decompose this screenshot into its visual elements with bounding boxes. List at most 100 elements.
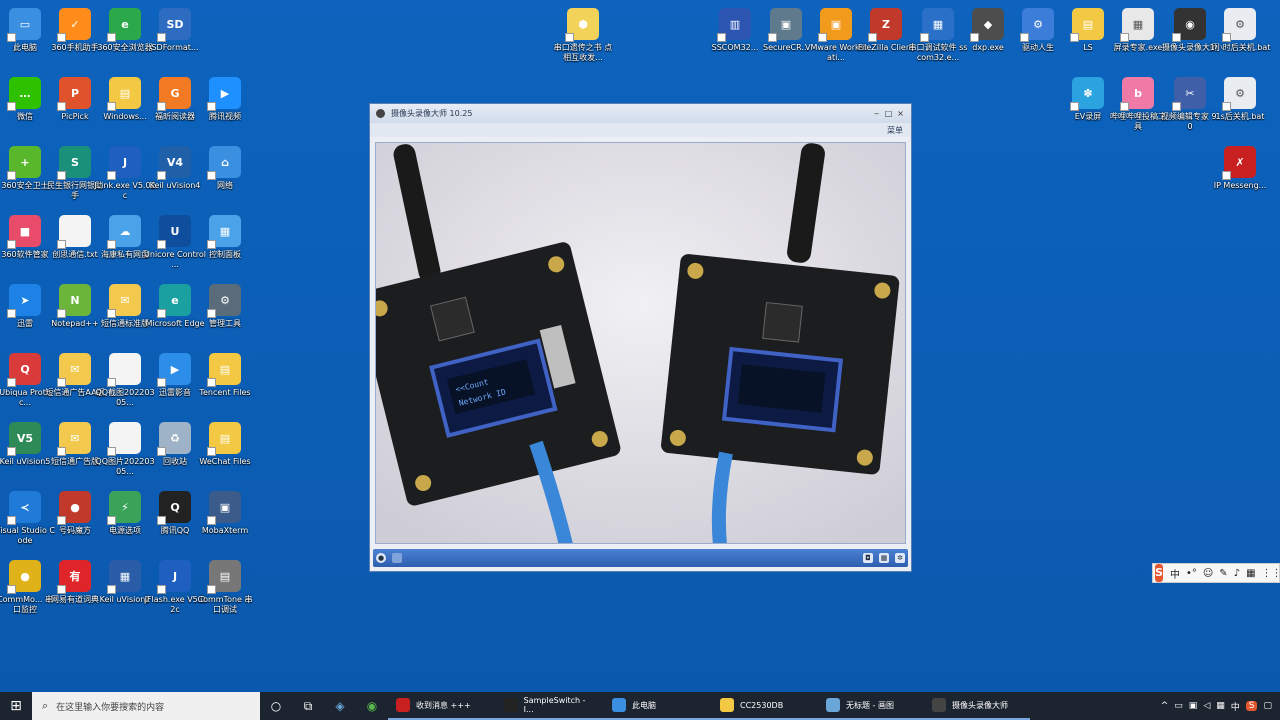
maximize-button[interactable]: □ [884,109,893,118]
desktop-item-39[interactable]: ▣ MobaXterm [195,487,255,555]
taskbar-task-2[interactable]: 此电脑 [604,692,712,720]
taskbar-task-label: SampleSwitch - I... [523,696,586,714]
top-item-0-icon: ⬢ [565,8,599,42]
desktop-item-25-icon: Q [7,353,41,387]
desktop-item-14[interactable]: ⌂ 网络 [195,142,255,210]
desktop-item-16-icon [57,215,91,249]
options-icon[interactable]: ✲ [895,553,905,563]
camera-frame-image: <<Count Network ID [376,143,905,543]
close-button[interactable]: × [896,109,905,118]
ime-emoji-icon[interactable]: ☺ [1203,568,1213,579]
desktop-item-41-icon: 有 [57,560,91,594]
desktop-item-19-icon: ▦ [207,215,241,249]
record-icon[interactable]: ● [376,553,386,563]
desktop-item-33-icon: ♻ [157,422,191,456]
desktop-item-20-icon: ➤ [7,284,41,318]
tray-app-icon[interactable]: ▣ [1189,701,1198,711]
desktop-item-9-label: 腾讯视频 [209,112,241,121]
tray-volume-icon[interactable]: ◁ [1203,701,1210,711]
ime-toolbar[interactable]: S 中 •° ☺ ✎ ♪ ▦ ⋮⋮ [1152,563,1280,583]
desktop-item-29-label: Tencent Files [199,388,251,397]
desktop-item-31-icon: ✉ [57,422,91,456]
desktop-item-44-label: CommTone 串口调试 [197,595,253,614]
taskbar-task-label: 摄像头录像大师 [952,700,1008,710]
taskbar-task-5[interactable]: 摄像头录像大师 [924,692,1030,720]
taskbar-task-0[interactable]: 收到消息 +++ [388,692,496,720]
desktop-item-19-label: 控制面板 [209,250,241,259]
search-icon: ⌕ [42,699,49,712]
top-item-11-label: 1小时后关机.bat [1209,43,1271,52]
task-view-icon[interactable]: ⧉ [292,692,324,720]
search-box[interactable]: ⌕ 在这里输入你要搜索的内容 [32,692,260,720]
right-item-3[interactable]: ⚙ 1s后关机.bat [1210,73,1270,141]
snapshot-icon[interactable]: ◘ [863,553,873,563]
sogou-logo-icon[interactable]: S [1155,564,1163,582]
ime-lang[interactable]: 中 [1170,566,1180,581]
desktop-item-36-icon: ● [57,491,91,525]
desktop-item-1-icon: ✓ [57,8,91,42]
progress-icon[interactable] [392,553,402,563]
top-item-9-icon: ▦ [1120,8,1154,42]
taskbar-task-icon [504,698,518,712]
taskbar-task-icon [826,698,840,712]
desktop-item-10-icon: + [7,146,41,180]
ime-voice-icon[interactable]: ♪ [1234,568,1240,579]
desktop-item-39-label: MobaXterm [201,526,249,535]
ime-more-icon[interactable]: ⋮⋮ [1262,568,1280,579]
desktop: ▭ 此电脑 ✓ 360手机助手 e 360安全浏览器 SD SDFormat...… 微信 P Pi… [0,0,1280,692]
right-item-4[interactable]: ✗ IP Messeng... [1210,142,1270,210]
desktop-item-14-icon: ⌂ [207,146,241,180]
top-item-10-icon: ◉ [1172,8,1206,42]
desktop-item-17-icon: ☁ [107,215,141,249]
desktop-item-8-icon: G [157,77,191,111]
ime-punct[interactable]: •° [1186,568,1197,579]
menu-button[interactable]: 菜单 [887,125,903,136]
taskbar-task-icon [932,698,946,712]
pinned-app-icon-1[interactable]: ◈ [324,692,356,720]
desktop-item-3[interactable]: SD SDFormat... [145,4,205,72]
settings-icon[interactable]: ▦ [879,553,889,563]
pinned-app-icon-2[interactable]: ◉ [356,692,388,720]
taskbar-task-4[interactable]: 无标题 - 画图 [818,692,924,720]
tray-sogou-icon[interactable]: S [1245,701,1258,711]
ime-keyboard-icon[interactable]: ▦ [1246,568,1255,579]
cortana-icon[interactable]: ○ [260,692,292,720]
top-item-9[interactable]: ▦ 屏录专家.exe [1108,4,1168,72]
desktop-item-34[interactable]: ▤ WeChat Files [195,418,255,486]
taskbar-task-icon [720,698,734,712]
desktop-item-29[interactable]: ▤ Tencent Files [195,349,255,417]
search-placeholder: 在这里输入你要搜索的内容 [56,702,165,713]
camera-recorder-window[interactable]: 摄像头录像大师 10.25 ‒ □ × 菜单 <<Count Network I… [369,103,912,572]
desktop-item-19[interactable]: ▦ 控制面板 [195,211,255,279]
right-item-3-icon: ⚙ [1222,77,1256,111]
taskbar-task-1[interactable]: SampleSwitch - I... [496,692,604,720]
window-title-bar[interactable]: 摄像头录像大师 10.25 ‒ □ × [370,104,911,123]
minimize-button[interactable]: ‒ [872,109,881,118]
tray-chevron-icon[interactable]: ^ [1161,701,1169,711]
window-title: 摄像头录像大师 10.25 [391,109,473,118]
desktop-item-3-label: SDFormat... [151,43,199,52]
desktop-item-24[interactable]: ⚙ 管理工具 [195,280,255,348]
right-item-0-icon: ✽ [1070,77,1104,111]
top-item-0[interactable]: ⬢ 串口遗传之书 点相互收发... [553,4,613,72]
taskbar-task-label: 收到消息 +++ [416,700,471,710]
desktop-item-9[interactable]: ▶ 腾讯视频 [195,73,255,141]
menu-bar: 菜单 [370,123,911,137]
desktop-item-23-icon: e [157,284,191,318]
desktop-item-44-icon: ▤ [207,560,241,594]
tray-keyboard-icon[interactable]: ▦ [1216,701,1225,711]
top-item-8-icon: ▤ [1070,8,1104,42]
desktop-item-3-icon: SD [157,8,191,42]
taskbar-task-3[interactable]: CC2530DB [712,692,818,720]
top-item-0-label: 串口遗传之书 点相互收发... [553,43,613,62]
start-button[interactable]: ⊞ [0,692,32,720]
desktop-item-44[interactable]: ▤ CommTone 串口调试 [195,556,255,624]
tray-network-icon[interactable]: ▭ [1174,701,1183,711]
ime-pen-icon[interactable]: ✎ [1219,568,1227,579]
tray-lang[interactable]: 中 [1231,700,1240,713]
playback-bar: ● ◘ ▦ ✲ [373,549,908,567]
desktop-item-12-icon: J [107,146,141,180]
top-item-11[interactable]: ⚙ 1小时后关机.bat [1210,4,1270,72]
desktop-item-30-icon: V5 [7,422,41,456]
notification-icon[interactable]: ▢ [1263,701,1272,711]
